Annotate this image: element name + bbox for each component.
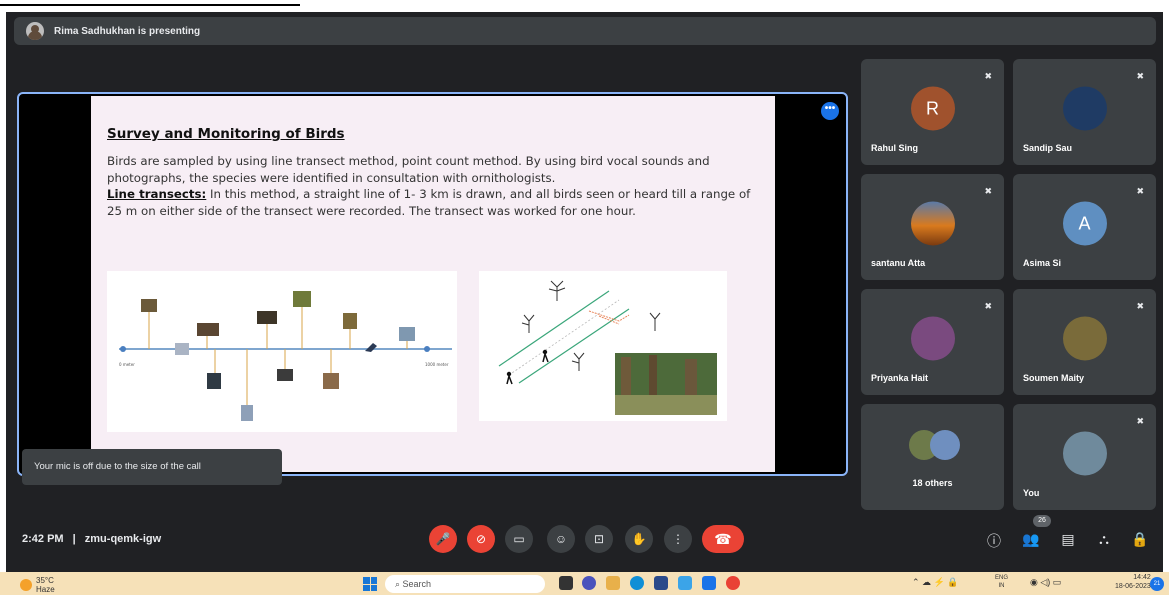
language-code: ENG — [995, 575, 1009, 581]
others-tile[interactable]: 18 others — [861, 404, 1004, 510]
search-placeholder: Search — [402, 579, 432, 589]
slide-title: Survey and Monitoring of Birds — [107, 126, 345, 142]
participant-name: Sandip Sau — [1023, 143, 1073, 153]
people-count-badge: 26 — [1033, 515, 1051, 527]
slide-body: Birds are sampled by using line transect… — [107, 153, 763, 219]
sun-icon — [20, 579, 32, 591]
participant-name: Priyanka Hait — [871, 373, 929, 383]
others-count: 18 others — [912, 478, 953, 488]
weather-condition: Haze — [36, 585, 55, 594]
presenter-banner: Rima Sadhukhan is presenting — [14, 17, 1156, 45]
participant-tile[interactable]: ✖ Sandip Sau — [1013, 59, 1156, 165]
mic-muted-icon: ✖ — [1136, 71, 1144, 81]
axis-start-label: 0 meter — [119, 362, 135, 367]
mic-muted-icon: ✖ — [984, 301, 992, 311]
weather-widget[interactable]: 35°C Haze — [20, 576, 55, 594]
meeting-controls-bar: 2:42 PM | zmu-qemk-igw 🎤 ⊘ ▭ ☺ ⊡ ✋ ⋮ ☎ ⓘ… — [0, 515, 1169, 555]
clock-time: 14:42 — [1133, 574, 1151, 581]
participant-name: Rahul Sing — [871, 143, 918, 153]
present-button[interactable]: ⊡ — [585, 525, 613, 553]
participant-tile[interactable]: ✖ Soumen Maity — [1013, 289, 1156, 395]
captions-button[interactable]: ▭ — [505, 525, 533, 553]
chat-icon[interactable]: ▤ — [1058, 531, 1078, 548]
avatar: A — [1062, 201, 1107, 246]
avatar — [1062, 431, 1107, 476]
mic-muted-icon: ✖ — [1136, 416, 1144, 426]
taskbar-search[interactable]: ⌕ Search — [385, 575, 545, 593]
participant-tile[interactable]: ✖ Priyanka Hait — [861, 289, 1004, 395]
store-icon[interactable] — [654, 576, 668, 590]
mic-off-notice: Your mic is off due to the size of the c… — [22, 449, 282, 485]
axis-end-label: 1000 meter — [425, 362, 449, 367]
chrome-icon[interactable] — [726, 576, 740, 590]
reactions-button[interactable]: ☺ — [547, 525, 575, 553]
participant-name: Soumen Maity — [1023, 373, 1085, 383]
language-region: IN — [998, 583, 1005, 589]
app-l-icon[interactable] — [678, 576, 692, 590]
meeting-info: 2:42 PM | zmu-qemk-igw — [22, 533, 161, 545]
slide-para1: Birds are sampled by using line transect… — [107, 154, 710, 185]
transect-timeline-graphic: 0 meter 1000 meter — [119, 291, 452, 421]
participant-name: You — [1023, 488, 1040, 498]
notification-badge[interactable]: 21 — [1150, 577, 1164, 591]
task-view-icon[interactable] — [559, 576, 573, 590]
taskbar-clock[interactable]: 14:42 18-06-2023 — [1115, 573, 1151, 591]
mic-muted-icon: ✖ — [984, 186, 992, 196]
self-tile[interactable]: ✖ You — [1013, 404, 1156, 510]
presentation-stage[interactable]: Survey and Monitoring of Birds Birds are… — [17, 92, 848, 476]
windows-taskbar: 35°C Haze ⌕ Search ⌃ ☁ ⚡ 🔒 ENG IN ◉ ◁) ▭ … — [0, 572, 1169, 595]
avatar: R — [910, 86, 955, 131]
participant-name: Asima Si — [1023, 258, 1062, 268]
camera-toggle-button[interactable]: ⊘ — [467, 525, 495, 553]
avatar — [929, 430, 960, 460]
file-explorer-icon[interactable] — [606, 576, 620, 590]
participant-tile[interactable]: ✖ R Rahul Sing — [861, 59, 1004, 165]
language-indicator[interactable]: ENG IN — [995, 574, 1008, 590]
meeting-time: 2:42 PM — [22, 533, 64, 545]
people-icon[interactable]: 👥 — [1021, 531, 1041, 548]
participant-name: santanu Atta — [871, 258, 926, 268]
participant-tile[interactable]: ✖ santanu Atta — [861, 174, 1004, 280]
meeting-code: zmu-qemk-igw — [84, 533, 162, 545]
chat-app-icon[interactable] — [582, 576, 596, 590]
presenter-avatar — [26, 22, 44, 40]
avatar — [910, 201, 955, 246]
network-volume-battery-icons[interactable]: ◉ ◁) ▭ — [1030, 577, 1061, 588]
mic-muted-icon: ✖ — [1136, 186, 1144, 196]
transect-walk-graphic — [498, 280, 717, 415]
presenter-text: Rima Sadhukhan is presenting — [54, 25, 201, 37]
top-divider — [0, 4, 300, 6]
host-controls-icon[interactable]: 🔒 — [1130, 531, 1150, 548]
meeting-separator: | — [72, 533, 76, 545]
start-button[interactable] — [363, 577, 377, 591]
raise-hand-button[interactable]: ✋ — [625, 525, 653, 553]
edge-icon[interactable] — [630, 576, 644, 590]
mail-icon[interactable] — [702, 576, 716, 590]
more-options-button[interactable]: ••• — [821, 102, 839, 120]
temperature: 35°C — [36, 576, 54, 585]
transect-walk-illustration — [479, 271, 727, 421]
slide: Survey and Monitoring of Birds Birds are… — [91, 96, 775, 472]
transect-timeline-image: 0 meter 1000 meter — [107, 271, 457, 432]
system-tray[interactable]: ⌃ ☁ ⚡ 🔒 — [912, 577, 958, 588]
avatar — [1062, 86, 1107, 131]
mic-muted-icon: ✖ — [1136, 301, 1144, 311]
mic-muted-icon: ✖ — [984, 71, 992, 81]
more-options-icon[interactable]: ⋮ — [664, 525, 692, 553]
avatar — [910, 316, 955, 361]
meeting-details-icon[interactable]: ⓘ — [984, 531, 1004, 551]
screen: Rima Sadhukhan is presenting Survey and … — [0, 0, 1169, 595]
end-call-button[interactable]: ☎ — [702, 525, 744, 553]
participant-tile[interactable]: ✖ A Asima Si — [1013, 174, 1156, 280]
line-transects-label: Line transects: — [107, 187, 207, 202]
clock-date: 18-06-2023 — [1115, 583, 1151, 590]
mic-toggle-button[interactable]: 🎤 — [429, 525, 457, 553]
activities-icon[interactable]: ⛬ — [1094, 531, 1114, 548]
avatar — [1062, 316, 1107, 361]
